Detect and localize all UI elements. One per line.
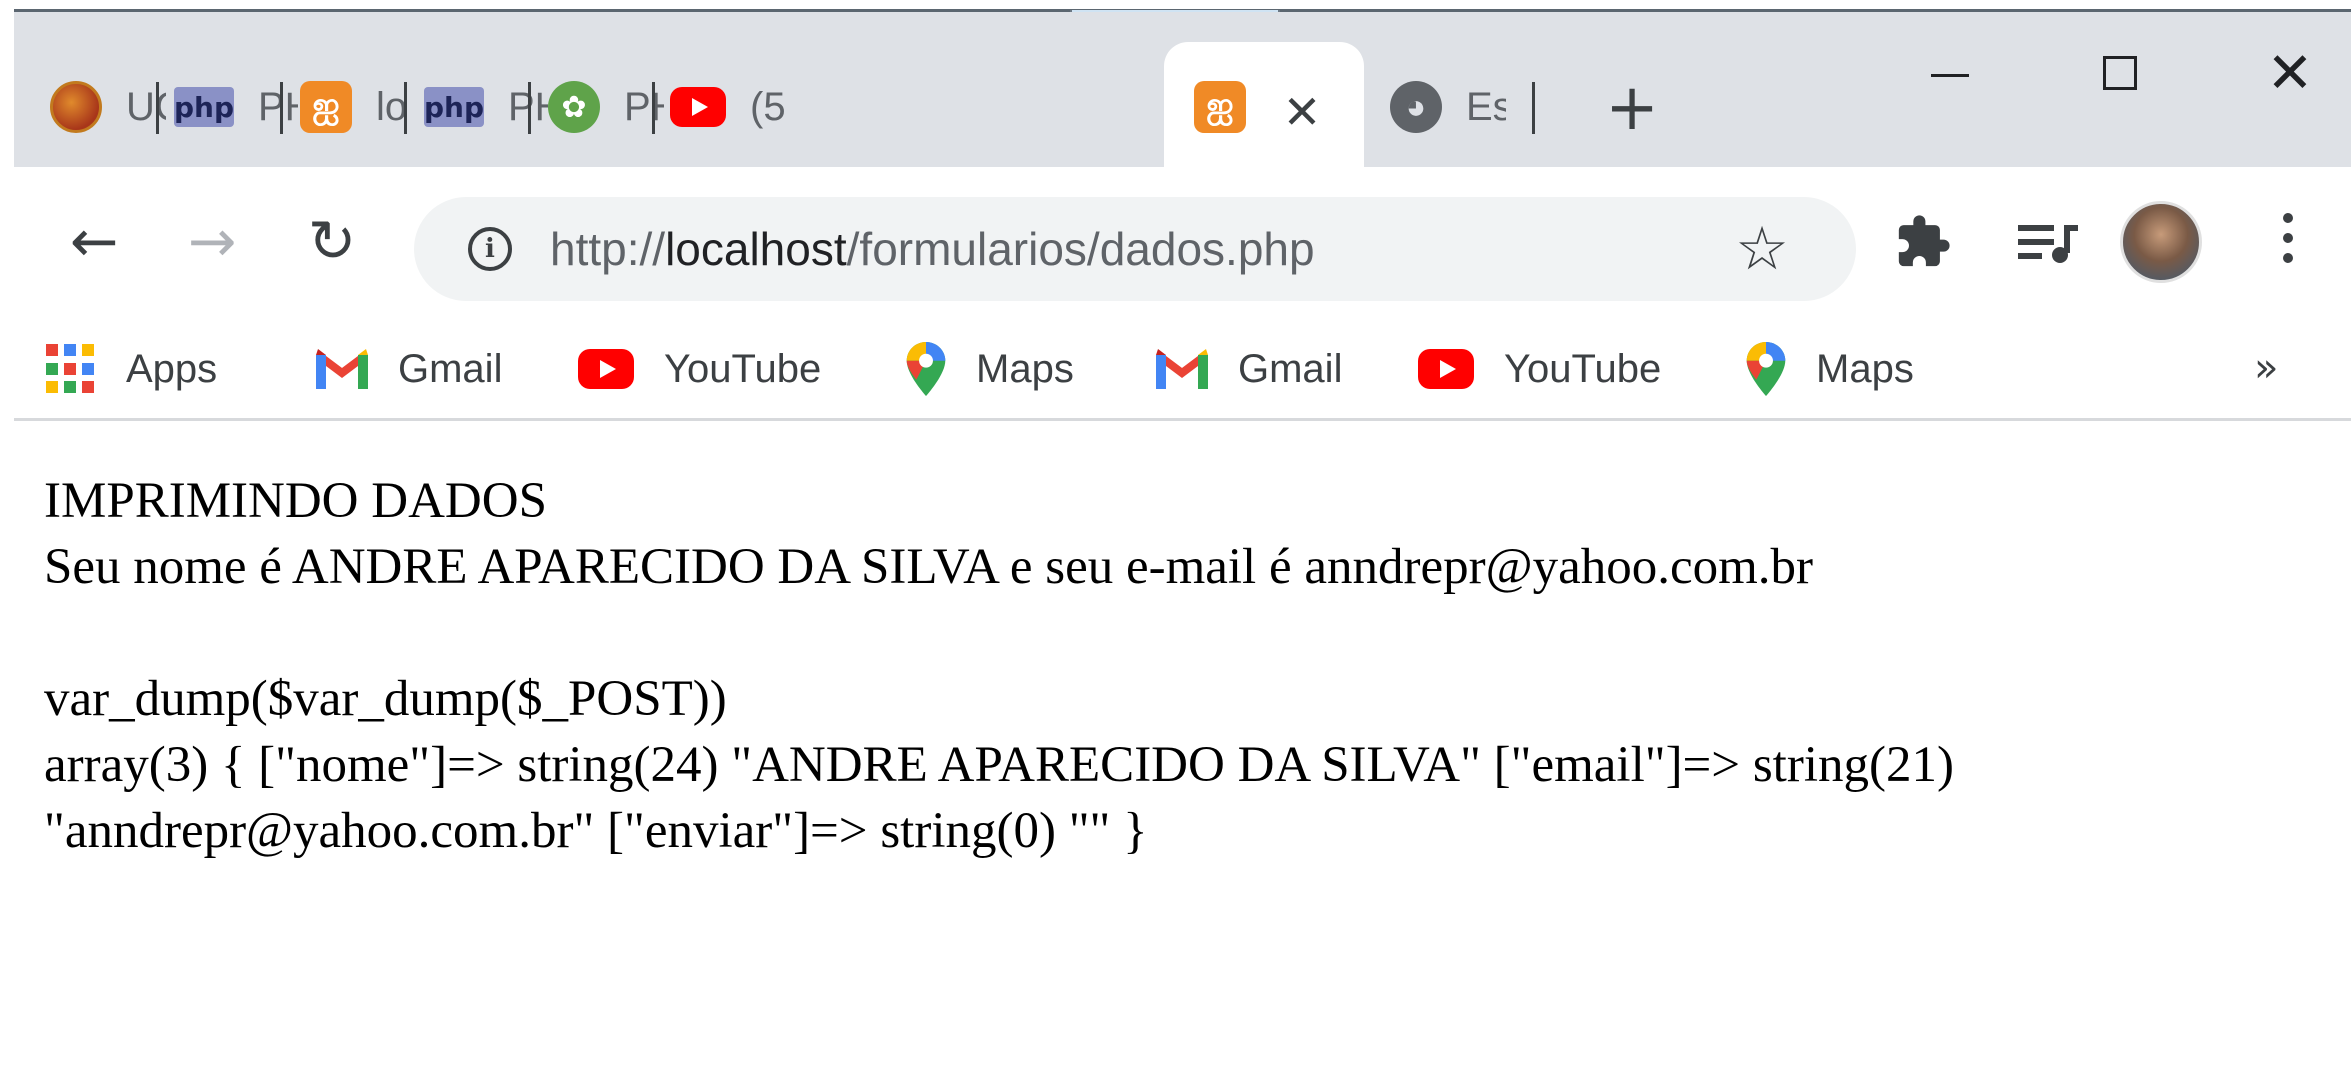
bookmark-label: YouTube (664, 346, 822, 391)
php-icon: php (174, 87, 234, 127)
extensions-puzzle-icon[interactable] (1894, 213, 1952, 271)
new-tab-button[interactable]: + (1604, 76, 1660, 140)
tab-7-active[interactable]: ஐ (1194, 48, 1246, 166)
tab-3[interactable]: ஐ lo (300, 48, 416, 166)
page-output-text: IMPRIMINDO DADOS Seu nome é ANDRE APARECI… (44, 468, 1954, 864)
tab-separator (404, 82, 407, 134)
maps-pin-icon (906, 342, 946, 396)
bookmarks-overflow-chevron-icon[interactable]: » (2254, 345, 2278, 391)
tab-title: PH (624, 84, 664, 129)
kebab-menu-icon[interactable] (2278, 213, 2298, 273)
xampp-icon: ஐ (1194, 81, 1246, 133)
minimize-button[interactable] (1920, 44, 1980, 104)
profile-avatar[interactable] (2120, 201, 2202, 283)
maps-pin-icon (1746, 342, 1786, 396)
bookmark-maps[interactable]: Maps (1746, 337, 1914, 401)
close-tab-icon[interactable]: ✕ (1280, 89, 1324, 135)
gmail-icon (1156, 349, 1208, 389)
toolbar: ← → ↻ i http://localhost/formularios/dad… (14, 167, 2351, 327)
tab-strip: UC php PH ஐ lo php PH ✿ PH (5 ஐ ✕ (14, 12, 2351, 167)
page-heading: IMPRIMINDO DADOS (44, 473, 547, 529)
bookmark-gmail[interactable]: Gmail (316, 337, 502, 401)
tab-6[interactable]: (5 (670, 48, 790, 166)
bookmarks-bar: Apps Gmail YouTube Maps Gmail YouTube Ma… (14, 327, 2351, 421)
bookmark-label: Gmail (398, 346, 503, 391)
bookmark-label: Maps (976, 346, 1074, 391)
var-dump-output-line-2: "anndrepr@yahoo.com.br" ["enviar"]=> str… (44, 803, 1148, 859)
tab-separator (528, 82, 531, 134)
youtube-icon (1418, 349, 1474, 389)
bookmark-star-icon[interactable]: ☆ (1732, 217, 1792, 281)
name-email-message: Seu nome é ANDRE APARECIDO DA SILVA e se… (44, 539, 1813, 595)
maximize-icon (2103, 56, 2137, 90)
bookmark-maps[interactable]: Maps (906, 337, 1074, 401)
bookmark-label: Gmail (1238, 346, 1343, 391)
youtube-icon (670, 87, 726, 127)
php-icon: php (424, 87, 484, 127)
url-prefix: http:// (550, 223, 666, 275)
tab-5[interactable]: ✿ PH (548, 48, 664, 166)
tab-separator (280, 82, 283, 134)
tab-title: lo (376, 84, 408, 129)
tab-title: PH (258, 84, 298, 129)
close-window-button[interactable]: ✕ (2260, 44, 2320, 104)
tab-separator (652, 82, 655, 134)
tab-separator (156, 82, 159, 134)
info-icon[interactable]: i (468, 227, 512, 271)
gmail-icon (316, 349, 368, 389)
address-bar[interactable]: i http://localhost/formularios/dados.php… (414, 197, 1856, 301)
bookmark-gmail[interactable]: Gmail (1156, 337, 1342, 401)
tab-8[interactable]: ◕ Es (1390, 48, 1506, 166)
var-dump-output-line-1: array(3) { ["nome"]=> string(24) "ANDRE … (44, 737, 1954, 793)
maximize-button[interactable] (2090, 44, 2150, 104)
bookmark-youtube[interactable]: YouTube (1418, 337, 1661, 401)
ubuntu-icon (50, 81, 102, 133)
tab-separator (1532, 82, 1535, 134)
xampp-icon: ஐ (300, 81, 352, 133)
tab-1[interactable]: UC (50, 48, 166, 166)
page-content: IMPRIMINDO DADOS Seu nome é ANDRE APARECI… (14, 424, 2351, 1072)
apps-grid-icon (46, 344, 96, 394)
tab-title: Es (1466, 84, 1506, 129)
bookmark-label: Maps (1816, 346, 1914, 391)
youtube-icon (578, 349, 634, 389)
bookmark-youtube[interactable]: YouTube (578, 337, 821, 401)
recycle-icon: ✿ (548, 81, 600, 133)
globe-icon: ◕ (1390, 81, 1442, 133)
bookmark-label: Apps (126, 346, 218, 391)
var-dump-call: var_dump($var_dump($_POST)) (44, 671, 727, 727)
tab-title: (5 (750, 84, 786, 129)
tab-title: UC (126, 84, 166, 129)
url-path: /formularios/dados.php (846, 223, 1315, 275)
desktop-edge-left (0, 0, 14, 1072)
bookmark-label: YouTube (1504, 346, 1662, 391)
url-host: localhost (665, 223, 847, 275)
forward-button[interactable]: → (180, 209, 244, 273)
reload-button[interactable]: ↻ (300, 209, 364, 273)
minimize-icon (1931, 74, 1969, 77)
bookmark-apps[interactable]: Apps (46, 337, 217, 401)
back-button[interactable]: ← (62, 209, 126, 273)
browser-window: UC php PH ஐ lo php PH ✿ PH (5 ஐ ✕ (14, 12, 2351, 1072)
url-text[interactable]: http://localhost/formularios/dados.php (550, 221, 1315, 277)
media-control-icon[interactable] (2016, 221, 2080, 265)
